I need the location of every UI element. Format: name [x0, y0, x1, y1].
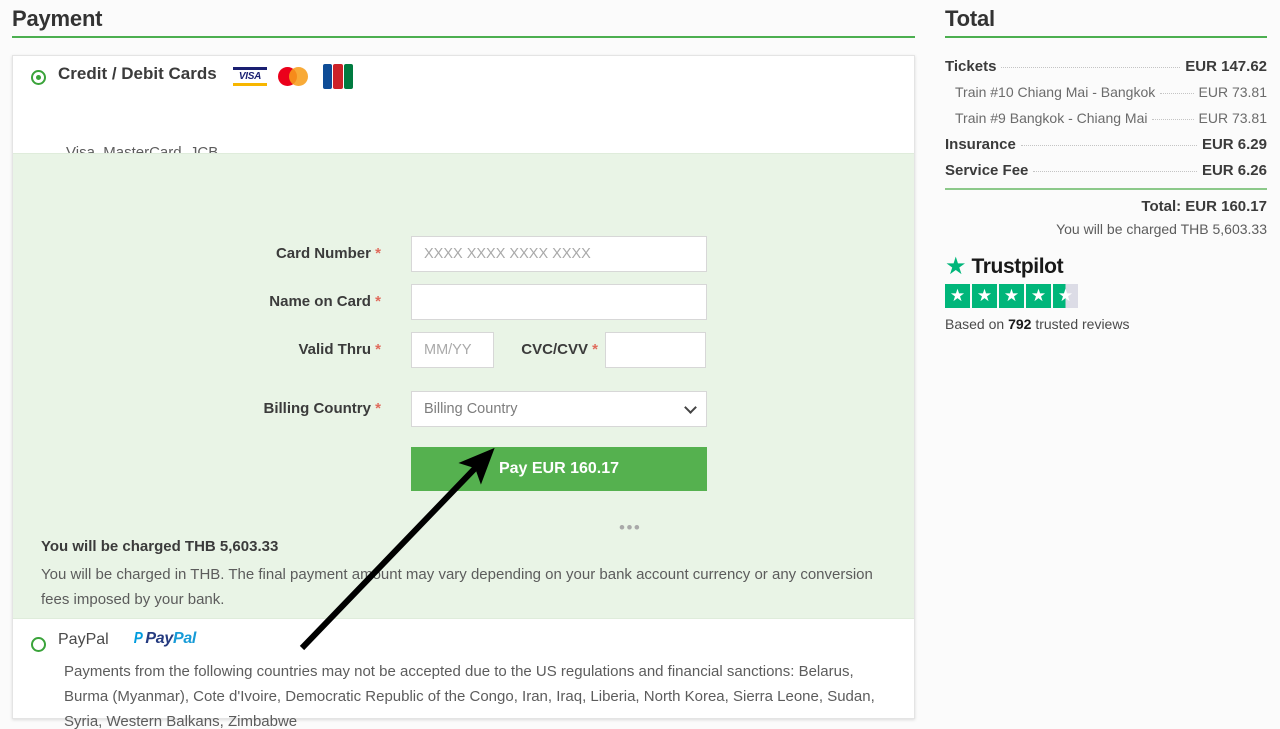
trustpilot-star: ★ — [1026, 284, 1051, 308]
required-marker: * — [375, 245, 381, 262]
payment-heading-rule — [12, 36, 915, 38]
cvc-label: CVC/CVV * — [506, 332, 598, 368]
name-on-card-input[interactable] — [411, 284, 707, 320]
billing-country-label: Billing Country * — [41, 391, 381, 427]
billing-country-value: Billing Country — [424, 401, 518, 417]
valid-thru-row: Valid Thru * CVC/CVV * ••• — [13, 332, 914, 537]
total-row-amount: EUR 6.29 — [1201, 136, 1267, 153]
required-marker: * — [375, 293, 381, 310]
total-row-label: Service Fee — [945, 162, 1029, 179]
billing-country-select[interactable]: Billing Country — [411, 391, 707, 427]
required-marker: * — [592, 341, 598, 358]
total-row: Insurance EUR 6.29 — [945, 136, 1267, 162]
total-row: Train #9 Bangkok - Chiang Mai EUR 73.81 — [945, 110, 1267, 136]
paypal-icon: P PayPal — [133, 630, 197, 648]
grand-total: Total: EUR 160.17 — [1141, 198, 1267, 215]
visa-icon: VISA — [231, 64, 269, 89]
paypal-wordmark-a: Pay — [145, 630, 173, 647]
total-row: Tickets EUR 147.62 — [945, 58, 1267, 84]
total-row-amount: EUR 73.81 — [1198, 84, 1267, 100]
credit-card-radio[interactable] — [31, 70, 46, 85]
card-number-label-text: Card Number — [275, 245, 371, 262]
name-on-card-label-text: Name on Card — [269, 293, 371, 310]
paypal-wordmark-b: Pal — [172, 630, 197, 647]
leader-dots — [1160, 93, 1194, 94]
total-divider — [945, 188, 1267, 190]
leader-dots — [1033, 171, 1197, 172]
trustpilot-name: Trustpilot — [971, 255, 1064, 278]
credit-card-form: Card Number * Name on Card * Valid Thru — [13, 153, 914, 619]
cvc-label-text: CVC/CVV — [521, 341, 588, 358]
reviews-count: 792 — [1008, 316, 1032, 332]
trustpilot-star: ★ — [1053, 284, 1078, 308]
credit-card-label: Credit / Debit Cards — [58, 64, 217, 83]
total-row-label: Insurance — [945, 136, 1016, 153]
total-row-amount: EUR 73.81 — [1198, 110, 1267, 126]
leader-dots — [1020, 145, 1197, 146]
trustpilot-widget: ★ Trustpilot ★ ★ ★ ★ ★ Based on 792 trusted … — [945, 255, 1267, 332]
trustpilot-star: ★ — [945, 284, 970, 308]
name-on-card-row: Name on Card * — [13, 284, 914, 320]
paypal-label: PayPal — [58, 631, 109, 648]
total-row-label: Train #10 Chiang Mai - Bangkok — [955, 84, 1156, 100]
trustpilot-reviews-text: Based on 792 trusted reviews — [945, 316, 1267, 332]
leader-dots — [1001, 67, 1181, 68]
trustpilot-star: ★ — [999, 284, 1024, 308]
paypal-mark: P — [133, 630, 143, 647]
total-row: Service Fee EUR 6.26 — [945, 162, 1267, 188]
payment-column: Payment Credit / Debit Cards VISA Card N… — [0, 0, 916, 729]
name-on-card-label: Name on Card * — [41, 284, 381, 320]
required-marker: * — [375, 341, 381, 358]
leader-dots — [1152, 119, 1194, 120]
reviews-suffix: trusted reviews — [1035, 316, 1130, 332]
payment-option-credit-card[interactable]: Credit / Debit Cards VISA Visa, MasterCa… — [13, 56, 914, 200]
required-marker: * — [375, 400, 381, 417]
jcb-icon — [323, 64, 353, 89]
card-brand-logos: VISA — [231, 64, 353, 89]
charge-notice-heading: You will be charged THB 5,603.33 — [41, 538, 279, 555]
reviews-prefix: Based on — [945, 316, 1005, 332]
pay-button[interactable]: Pay EUR 160.17 — [411, 447, 707, 491]
total-row-amount: EUR 147.62 — [1185, 58, 1267, 75]
page-title: Payment — [12, 6, 103, 31]
total-breakdown-list: Tickets EUR 147.62 Train #10 Chiang Mai - … — [945, 58, 1267, 188]
trustpilot-star: ★ — [972, 284, 997, 308]
grand-total-charged-note: You will be charged THB 5,603.33 — [1056, 221, 1267, 237]
trustpilot-brand: ★ Trustpilot — [945, 255, 1267, 279]
cvc-placeholder-dots: ••• — [619, 518, 642, 537]
card-number-row: Card Number * — [13, 236, 914, 272]
card-number-input[interactable] — [411, 236, 707, 272]
total-row-label: Tickets — [945, 58, 997, 75]
trustpilot-star-rating: ★ ★ ★ ★ ★ — [945, 284, 1079, 308]
valid-thru-label: Valid Thru * — [41, 332, 381, 368]
valid-thru-label-text: Valid Thru — [298, 341, 371, 358]
total-row-label: Train #9 Bangkok - Chiang Mai — [955, 110, 1148, 126]
mastercard-icon — [277, 64, 315, 89]
charge-notice-body: You will be charged in THB. The final pa… — [41, 566, 873, 608]
card-number-label: Card Number * — [41, 236, 381, 272]
cvc-input[interactable] — [605, 332, 706, 368]
paypal-restrictions-note: Payments from the following countries ma… — [64, 663, 875, 729]
billing-country-label-text: Billing Country — [263, 400, 371, 417]
total-row: Train #10 Chiang Mai - Bangkok EUR 73.81 — [945, 84, 1267, 110]
paypal-radio[interactable] — [31, 637, 46, 652]
payment-page: Payment Credit / Debit Cards VISA Card N… — [0, 0, 1280, 729]
total-title: Total — [945, 6, 995, 31]
total-row-amount: EUR 6.26 — [1201, 162, 1267, 179]
total-heading-rule — [945, 36, 1267, 38]
trustpilot-star-icon: ★ — [945, 253, 967, 280]
valid-thru-input[interactable] — [411, 332, 494, 368]
chevron-down-icon — [684, 401, 697, 414]
payment-methods-panel: Credit / Debit Cards VISA Visa, MasterCa… — [12, 55, 915, 729]
billing-country-row: Billing Country * Billing Country — [13, 391, 914, 427]
